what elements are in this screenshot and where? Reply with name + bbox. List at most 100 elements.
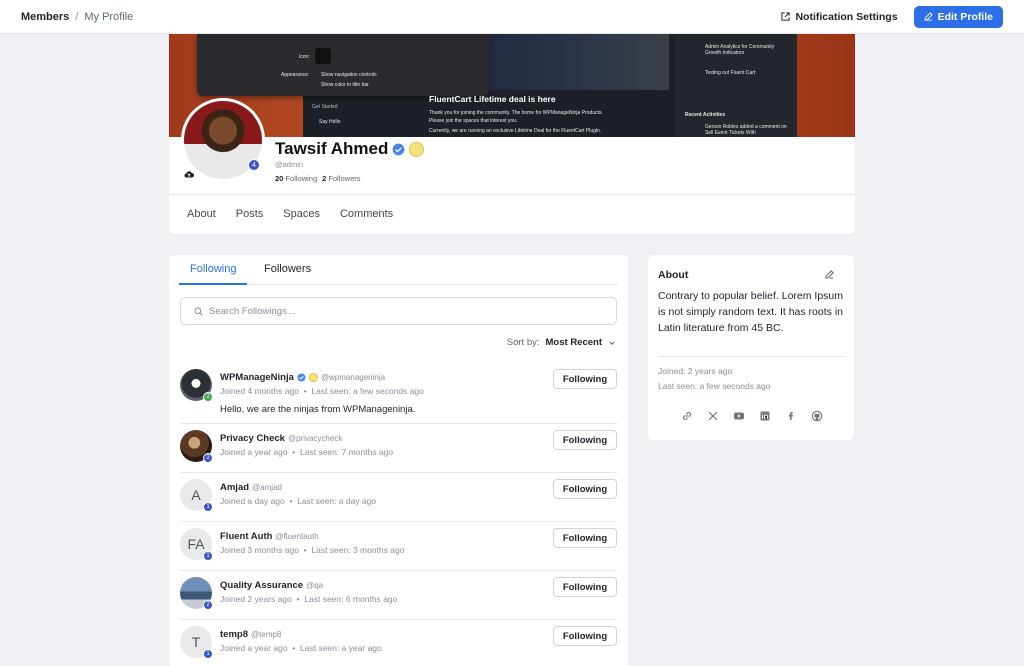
- list-item: 2 Quality Assurance @qa Joined 2 years a…: [180, 571, 617, 620]
- list-item: A 1 Amjad @amjad Joined a day ago • Last…: [180, 473, 617, 522]
- verified-badge-icon: [393, 143, 405, 155]
- member-name-row: temp8 @temp8: [220, 629, 281, 640]
- cover-appearance-opt2: Show color in title bar: [321, 82, 369, 88]
- follow-stats: 20 Following 2 Followers: [275, 174, 360, 183]
- youtube-icon[interactable]: [733, 410, 745, 422]
- member-name-row: Amjad @amjad: [220, 482, 282, 493]
- following-button[interactable]: Following: [553, 528, 617, 548]
- member-meta: Joined 4 months ago • Last seen: a few s…: [220, 386, 424, 396]
- tab-following[interactable]: Following: [190, 263, 236, 275]
- x-icon[interactable]: [707, 410, 719, 422]
- sort-control[interactable]: Sort by: Most Recent: [507, 337, 616, 348]
- breadcrumb-members-link[interactable]: Members: [21, 11, 69, 23]
- list-item: FA 1 Fluent Auth @fluentauth Joined 3 mo…: [180, 522, 617, 571]
- member-last-seen: Last seen: 6 months ago: [304, 594, 398, 604]
- member-level-badge: 2: [203, 392, 213, 402]
- cover-appearance-label: Appearance:: [281, 72, 310, 78]
- member-meta: Joined a year ago • Last seen: 7 months …: [220, 447, 394, 457]
- edit-profile-label: Edit Profile: [937, 10, 993, 23]
- member-handle: @wpmanageninja: [320, 373, 386, 382]
- active-tab-indicator: [179, 283, 247, 285]
- member-handle: @fluentauth: [275, 532, 319, 541]
- upload-cloud-icon[interactable]: [184, 170, 194, 179]
- followers-count: 2: [322, 174, 327, 183]
- member-name[interactable]: Quality Assurance: [220, 580, 303, 591]
- member-name[interactable]: Amjad: [220, 482, 249, 493]
- search-icon: [194, 306, 203, 315]
- member-handle: @qa: [306, 581, 324, 590]
- cover-snippet-2: Please join the spaces that interest you…: [429, 118, 518, 124]
- github-icon[interactable]: [811, 410, 823, 422]
- followers-stat-label: Followers: [328, 174, 361, 183]
- member-bio: Hello, we are the ninjas from WPManageni…: [220, 404, 416, 415]
- cover-say-hello: Say Hello: [319, 119, 341, 125]
- social-links: [681, 410, 823, 422]
- cover-feed-1: Admin Analytics for Community Growth Ind…: [705, 44, 775, 56]
- about-last-seen: Last seen: a few seconds ago: [658, 381, 771, 391]
- edit-profile-button[interactable]: Edit Profile: [913, 5, 1003, 28]
- about-card: About Contrary to popular belief. Lorem …: [648, 255, 854, 440]
- following-button[interactable]: Following: [553, 626, 617, 646]
- emoji-badge-icon: [308, 373, 318, 382]
- cover-appearance-opt1: Show navigation controls: [321, 72, 377, 78]
- member-level-badge: 1: [203, 649, 213, 659]
- following-button[interactable]: Following: [553, 479, 617, 499]
- cover-headline: FluentCart Lifetime deal is here: [429, 94, 556, 104]
- following-button[interactable]: Following: [553, 369, 617, 389]
- topbar-actions: Notification Settings Edit Profile: [781, 5, 1003, 28]
- member-joined: Joined a year ago: [220, 643, 288, 653]
- profile-card: Icon: Appearance: Show navigation contro…: [169, 34, 855, 234]
- member-last-seen: Last seen: a day ago: [297, 496, 377, 506]
- profile-tabs: About Posts Spaces Comments: [187, 208, 393, 220]
- tab-posts[interactable]: Posts: [236, 208, 264, 220]
- member-name-row: Fluent Auth @fluentauth: [220, 531, 319, 542]
- breadcrumb-current: My Profile: [84, 10, 134, 23]
- tab-followers[interactable]: Followers: [264, 263, 311, 275]
- search-input[interactable]: [209, 305, 589, 317]
- cover-icon-label: Icon:: [299, 54, 310, 60]
- tab-spaces[interactable]: Spaces: [283, 208, 320, 220]
- following-list: 2 WPManageNinja @wpmanageninja Joined 4 …: [169, 363, 628, 666]
- member-joined: Joined a day ago: [220, 496, 285, 506]
- following-button[interactable]: Following: [553, 430, 617, 450]
- member-name[interactable]: Fluent Auth: [220, 531, 272, 542]
- notification-settings-link[interactable]: Notification Settings: [781, 11, 898, 23]
- link-icon[interactable]: [681, 410, 693, 422]
- edit-about-icon[interactable]: [825, 270, 834, 279]
- top-bar: Members / My Profile Notification Settin…: [0, 0, 1024, 34]
- member-last-seen: Last seen: a few seconds ago: [311, 386, 424, 396]
- following-count: 20: [275, 174, 284, 183]
- list-item: 2 WPManageNinja @wpmanageninja Joined 4 …: [180, 363, 617, 424]
- about-joined: Joined: 2 years ago: [658, 366, 733, 376]
- profile-handle: @admin: [275, 160, 304, 169]
- member-handle: @temp8: [250, 630, 282, 639]
- following-stat[interactable]: 20 Following: [275, 174, 317, 183]
- member-handle: @amjad: [252, 483, 282, 492]
- profile-name: Tawsif Ahmed: [275, 139, 389, 158]
- followers-stat[interactable]: 2 Followers: [322, 174, 360, 183]
- linkedin-icon[interactable]: [759, 410, 771, 422]
- cover-get-started: Get Started: [312, 104, 338, 110]
- following-stat-label: Following: [285, 174, 318, 183]
- facebook-icon[interactable]: [785, 410, 797, 422]
- member-meta: Joined a year ago • Last seen: a year ag…: [220, 643, 382, 653]
- profile-name-row: Tawsif Ahmed: [275, 139, 425, 159]
- member-initials: A: [191, 487, 201, 503]
- member-name[interactable]: WPManageNinja: [220, 372, 294, 383]
- external-link-icon: [781, 12, 791, 21]
- cover-image: Icon: Appearance: Show navigation contro…: [169, 34, 855, 137]
- following-button[interactable]: Following: [553, 577, 617, 597]
- following-panel: Following Followers Sort by: Most Recent…: [169, 255, 628, 666]
- about-text: Contrary to popular belief. Lorem Ipsum …: [658, 290, 844, 334]
- member-name[interactable]: Privacy Check: [220, 433, 285, 444]
- sort-label: Sort by:: [506, 337, 540, 348]
- pencil-icon: [923, 12, 933, 21]
- emoji-badge-icon: [409, 141, 425, 157]
- member-level-badge: 1: [203, 551, 213, 561]
- breadcrumb-separator: /: [75, 10, 79, 23]
- tab-comments[interactable]: Comments: [340, 208, 393, 220]
- member-handle: @privacycheck: [287, 434, 343, 443]
- tab-about[interactable]: About: [187, 208, 216, 220]
- member-name[interactable]: temp8: [220, 629, 248, 640]
- member-joined: Joined a year ago: [220, 447, 288, 457]
